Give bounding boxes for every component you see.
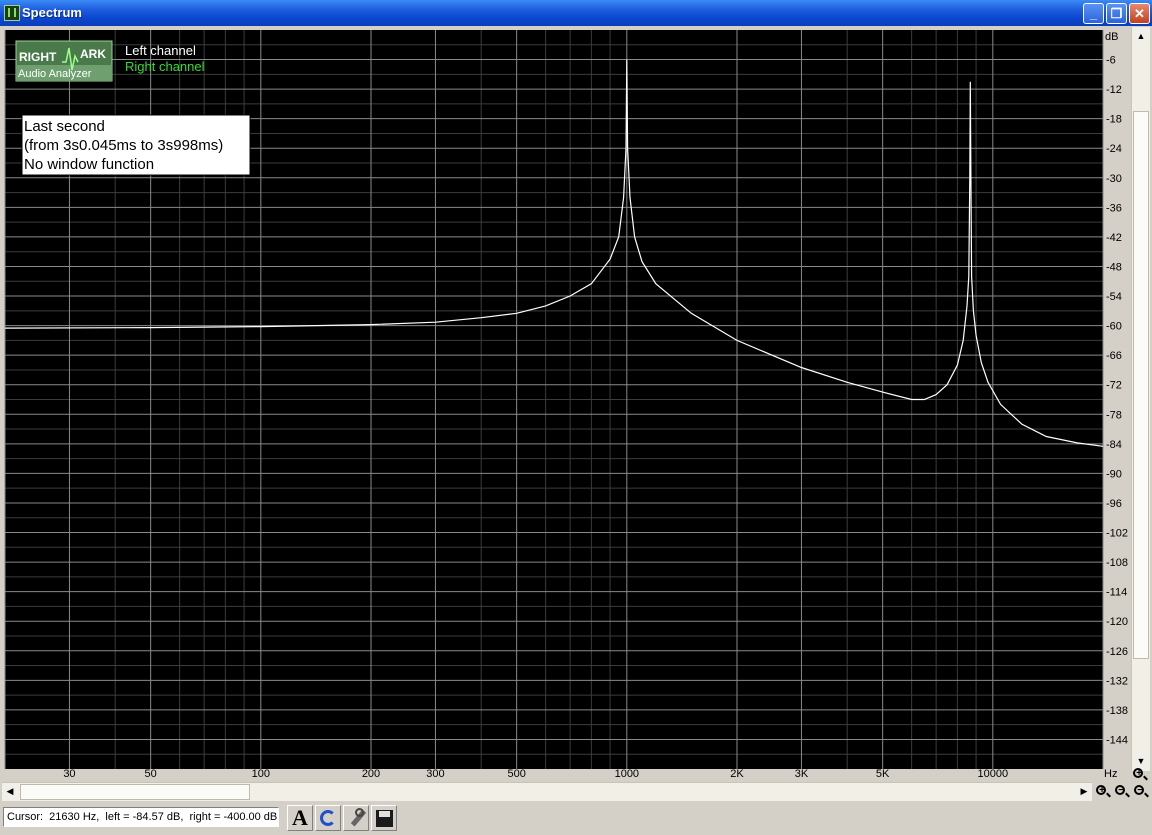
legend: Left channel Right channel: [125, 43, 205, 74]
settings-button[interactable]: [343, 805, 369, 831]
y-tick-label: -12: [1106, 84, 1122, 96]
y-tick-label: -114: [1106, 587, 1127, 599]
y-tick-label: -48: [1106, 261, 1122, 273]
app-icon[interactable]: [4, 5, 20, 21]
y-tick-label: -36: [1106, 202, 1122, 214]
y-tick-label: -138: [1106, 705, 1128, 717]
y-tick-label: -72: [1106, 380, 1122, 392]
font-button[interactable]: A: [287, 805, 313, 831]
legend-left-channel: Left channel: [125, 43, 196, 58]
zoom-in-vertical-icon[interactable]: +: [1132, 767, 1148, 783]
maximize-button[interactable]: ❐: [1106, 3, 1127, 24]
x-tick-label: 300: [426, 768, 444, 780]
y-tick-label: -84: [1106, 439, 1122, 451]
x-tick-label: 5K: [876, 768, 890, 780]
y-tick-label: -90: [1106, 468, 1122, 480]
y-tick-label: -18: [1106, 114, 1122, 126]
x-tick-label: 30: [63, 768, 75, 780]
y-tick-label: -24: [1106, 143, 1122, 155]
info-box: Last second (from 3s0.045ms to 3s998ms) …: [21, 114, 251, 176]
y-tick-label: -60: [1106, 321, 1122, 333]
scroll-left-arrow-icon[interactable]: ◀: [2, 783, 18, 799]
y-tick-label: -102: [1106, 528, 1128, 540]
x-tick-label: 3K: [795, 768, 809, 780]
y-tick-label: -132: [1106, 675, 1128, 687]
zoom-in-horizontal-icon[interactable]: +: [1095, 784, 1111, 800]
x-tick-label: 1000: [615, 768, 639, 780]
info-line-period: Last second: [24, 118, 105, 135]
info-line-window: No window function: [24, 156, 154, 173]
y-tick-label: -144: [1106, 734, 1128, 746]
spectrum-chart[interactable]: -6 -12 -18 -24 -30 -36 -42 -48 -54 -60 -66 -72 -78 -8…: [0, 26, 1152, 784]
y-tick-label: -66: [1106, 350, 1122, 362]
zoom-out-horizontal-icon[interactable]: −: [1114, 784, 1130, 800]
close-button[interactable]: ✕: [1129, 3, 1150, 24]
horizontal-scrollbar[interactable]: ◀ ▶: [2, 782, 1092, 801]
x-tick-label: 10000: [978, 768, 1009, 780]
logo-text-analyzer: Audio Analyzer: [18, 68, 92, 80]
scroll-right-arrow-icon[interactable]: ▶: [1076, 783, 1092, 799]
save-button[interactable]: [371, 805, 397, 831]
window-title: Spectrum: [22, 5, 82, 20]
x-tick-label: 50: [145, 768, 157, 780]
window-title-bar[interactable]: Spectrum _ ❐ ✕: [0, 0, 1152, 26]
rmaa-logo: RIGHT ARK Audio Analyzer: [15, 40, 113, 82]
info-line-range: (from 3s0.045ms to 3s998ms): [24, 137, 223, 154]
legend-right-channel: Right channel: [125, 59, 205, 74]
y-tick-label: -54: [1106, 291, 1122, 303]
y-tick-label: -120: [1106, 616, 1128, 628]
minimize-button[interactable]: _: [1083, 3, 1104, 24]
scroll-up-arrow-icon[interactable]: ▲: [1133, 28, 1149, 44]
x-tick-label: 500: [507, 768, 525, 780]
vertical-scrollbar[interactable]: ▲ ▼: [1131, 27, 1150, 771]
horizontal-scroll-thumb[interactable]: [20, 784, 250, 800]
x-tick-label: 100: [252, 768, 270, 780]
y-tick-label: -96: [1106, 498, 1122, 510]
cursor-readout: Cursor: 21630 Hz, left = -84.57 dB, righ…: [3, 807, 279, 827]
y-tick-label: -6: [1106, 55, 1116, 67]
y-tick-label: -78: [1106, 409, 1122, 421]
zoom-out-vertical-icon[interactable]: −: [1133, 784, 1149, 800]
y-tick-label: -42: [1106, 232, 1122, 244]
y-tick-label: -108: [1106, 557, 1128, 569]
logo-text-ark: ARK: [80, 47, 106, 61]
font-icon: A: [292, 805, 308, 830]
y-axis-unit: dB: [1105, 31, 1118, 43]
logo-text-right: RIGHT: [19, 50, 57, 64]
x-axis-unit: Hz: [1104, 768, 1117, 780]
y-tick-label: -126: [1106, 646, 1128, 658]
refresh-button[interactable]: [315, 805, 341, 831]
x-tick-label: 2K: [730, 768, 744, 780]
x-tick-label: 200: [362, 768, 380, 780]
vertical-scroll-thumb[interactable]: [1133, 111, 1149, 659]
y-tick-label: -30: [1106, 173, 1122, 185]
